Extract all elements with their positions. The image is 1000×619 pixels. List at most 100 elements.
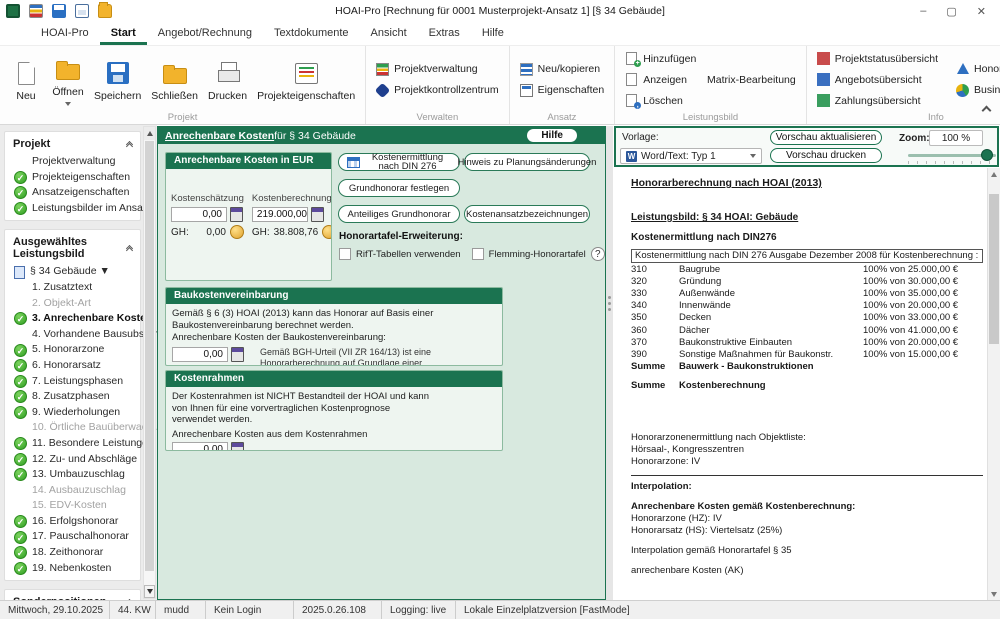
schliessen-button[interactable]: Schließen [146,57,203,102]
sidebar-item-projektverwaltung[interactable]: Projektverwaltung [5,154,140,170]
kostenansatzbezeichnungen-button[interactable]: Kostenansatzbezeichnungen [464,205,590,223]
rift-checkbox[interactable] [339,248,351,260]
zoom-slider[interactable] [908,154,996,157]
quick-projects-icon[interactable] [29,4,43,18]
speichern-button[interactable]: Speichern [89,57,146,102]
grundhonorar-festlegen-button[interactable]: Grundhonorar festlegen [338,179,460,197]
tree-item-honorarsatz[interactable]: ✓6. Honorarsatz [5,358,140,374]
eigenschaften-button[interactable]: Eigenschaften [515,81,610,100]
tree-item-nebenkosten[interactable]: ✓19. Nebenkosten [5,561,140,577]
coin-icon[interactable] [230,225,244,239]
minimize-button[interactable]: – [920,5,926,18]
tree-item-umbauzuschlag[interactable]: ✓13. Umbauzuschlag [5,467,140,483]
kostenberechnung-input[interactable]: 219.000,00 [252,207,308,222]
tree-item-wiederholungen[interactable]: ✓9. Wiederholungen [5,405,140,421]
loeschen-button[interactable]: , Löschen [620,91,801,110]
tree-root-34-gebaeude[interactable]: § 34 Gebäude ▼ [5,264,140,280]
quick-save-icon[interactable] [52,4,66,18]
tab-hoai-pro[interactable]: HOAI-Pro [30,22,100,45]
scroll-up-icon[interactable] [144,127,155,140]
scroll-down-icon[interactable] [144,585,155,598]
tab-angebot-rechnung[interactable]: Angebot/Rechnung [147,22,263,45]
tab-start[interactable]: Start [100,22,147,45]
tree-item-ausbauzuschlag[interactable]: 14. Ausbauzuschlag [5,483,140,499]
quick-open-icon[interactable] [98,4,112,18]
tree-item-edv-kosten[interactable]: 15. EDV-Kosten [5,498,140,514]
payments-person-icon [817,94,830,107]
flemming-checkbox[interactable] [472,248,484,260]
honorarstatistik-button[interactable]: Honorarstatistik [951,60,1000,79]
sidebar-item-leistungsbilder-im-ansatz[interactable]: ✓Leistungsbilder im Ansatz [5,201,140,217]
coin-icon[interactable] [322,225,332,239]
tree-item-oertliche-bauueberwachung[interactable]: 10. Örtliche Bauüberwachung [5,420,140,436]
open-folder-icon [55,56,81,82]
calculator-icon[interactable] [231,442,244,451]
help-circle-icon[interactable]: ? [591,247,605,261]
kostenermittlung-din276-button[interactable]: Kostenermittlung nach DIN 276 [338,153,460,171]
sidebar-item-projekteigenschaften[interactable]: ✓Projekteigenschaften [5,170,140,186]
tree-item-zu-und-abschlaege[interactable]: ✓12. Zu- und Abschläge [5,452,140,468]
hilfe-button[interactable]: Hilfe [527,129,577,142]
tab-textdokumente[interactable]: Textdokumente [263,22,360,45]
projektstatusuebersicht-button[interactable]: Projektstatusübersicht [812,49,943,68]
angebotsuebersicht-button[interactable]: Angebotsübersicht [812,70,943,89]
anzeigen-button[interactable]: Anzeigen Matrix-Bearbeitung [620,70,801,89]
scroll-down-icon[interactable] [988,588,1000,600]
tree-item-zusatzphasen[interactable]: ✓8. Zusatzphasen [5,389,140,405]
check-icon: ✓ [14,312,27,325]
tree-item-objekt-art[interactable]: 2. Objekt-Art [5,296,140,312]
tree-item-erfolgshonorar[interactable]: ✓16. Erfolgshonorar [5,514,140,530]
tree-item-vorhandene-bausubstanz[interactable]: 4. Vorhandene Bausubstanz [5,327,140,343]
matrix-bearbeitung-button[interactable]: Matrix-Bearbeitung [707,74,796,86]
close-button[interactable]: ✕ [977,5,986,18]
kostenschaetzung-input[interactable]: 0,00 [171,207,227,222]
calculator-icon[interactable] [311,207,324,222]
panel-splitter[interactable] [606,126,613,600]
bkv-input[interactable]: 0,00 [172,347,228,362]
tab-extras[interactable]: Extras [418,22,471,45]
tree-item-pauschalhonorar[interactable]: ✓17. Pauschalhonorar [5,529,140,545]
calculator-icon[interactable] [231,347,244,362]
projekteigenschaften-button[interactable]: Projekteigenschaften [252,57,360,102]
tree-item-zeithonorar[interactable]: ✓18. Zeithonorar [5,545,140,561]
hinweis-planungsaenderungen-button[interactable]: Hinweis zu Planungsänderungen [464,153,590,171]
quick-print-icon[interactable] [75,4,89,18]
tree-item-honorarzone[interactable]: ✓5. Honorarzone [5,342,140,358]
tree-item-zusatztext[interactable]: 1. Zusatztext [5,280,140,296]
collapse-section-icon[interactable] [127,246,132,250]
gh-label: GH: [252,227,270,238]
vorschau-aktualisieren-button[interactable]: Vorschau aktualisieren [770,130,882,145]
business-cockpit-button[interactable]: Business-Cockpit [951,81,1000,100]
calculator-icon[interactable] [230,207,243,222]
neu-button[interactable]: Neu [5,57,47,102]
tab-hilfe[interactable]: Hilfe [471,22,515,45]
maximize-button[interactable]: ▢ [946,5,956,18]
vorlage-dropdown[interactable]: W Word/Text: Typ 1 [620,148,762,164]
tree-item-leistungsphasen[interactable]: ✓7. Leistungsphasen [5,374,140,390]
scroll-up-icon[interactable] [988,168,1000,180]
tab-ansicht[interactable]: Ansicht [360,22,418,45]
kostenrahmen-input[interactable]: 0,00 [172,442,228,451]
tree-item-anrechenbare-kosten[interactable]: ✓3. Anrechenbare Kosten [5,311,140,327]
drucken-button[interactable]: Drucken [203,57,252,102]
scrollbar-thumb[interactable] [145,141,154,571]
coin-icon[interactable] [236,365,250,367]
zoom-slider-knob[interactable] [981,149,993,161]
tree-item-besondere-leistungen[interactable]: ✓11. Besondere Leistungen [5,436,140,452]
sidebar-scrollbar[interactable] [143,126,156,599]
scrollbar-thumb[interactable] [989,194,999,344]
hinzufuegen-button[interactable]: + Hinzufügen [620,49,801,68]
projektverwaltung-button[interactable]: Projektverwaltung [371,60,503,79]
panel-title-link[interactable]: Anrechenbare Kosten [165,130,274,142]
sidebar-item-ansatzeigenschaften[interactable]: ✓Ansatzeigenschaften [5,185,140,201]
anteiliges-grundhonorar-button[interactable]: Anteiliges Grundhonorar [338,205,460,223]
oeffnen-button[interactable]: Öffnen [47,53,89,106]
zahlungsuebersicht-button[interactable]: Zahlungsübersicht [812,91,943,110]
neu-kopieren-button[interactable]: Neu/kopieren [515,60,610,79]
vorschau-drucken-button[interactable]: Vorschau drucken [770,148,882,163]
check-icon: ✓ [14,344,27,357]
preview-scrollbar[interactable] [987,168,1000,600]
projektkontrollzentrum-button[interactable]: Projektkontrollzentrum [371,81,503,100]
zoom-value[interactable]: 100 % [929,130,983,146]
collapse-section-icon[interactable] [127,142,132,146]
